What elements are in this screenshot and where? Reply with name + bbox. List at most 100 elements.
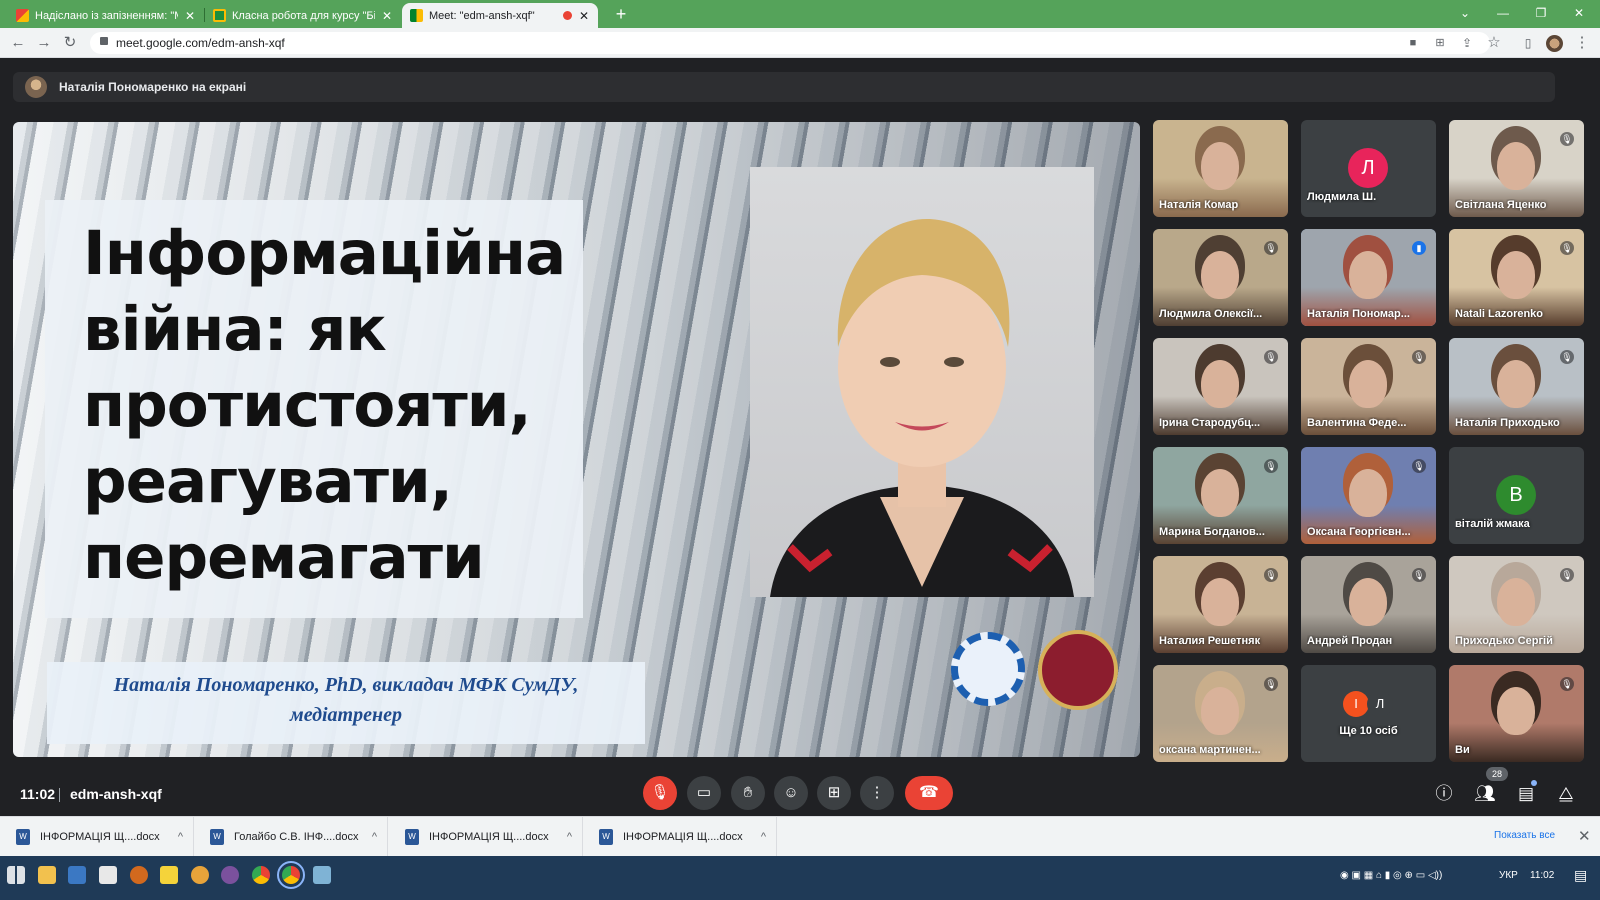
- download-item[interactable]: W ІНФОРМАЦІЯ Щ....docx ^: [2, 817, 194, 857]
- browser-tab-gmail[interactable]: Надіслано із запізненням: "Мод ✕: [8, 3, 204, 28]
- gmail-icon: [16, 9, 29, 22]
- download-item[interactable]: W Голайбо С.В. ІНФ....docx ^: [196, 817, 388, 857]
- restore-window-icon[interactable]: ❐: [1522, 0, 1560, 28]
- participant-face: [1349, 251, 1387, 299]
- mic-muted-icon: 🎙︎: [1560, 241, 1574, 255]
- word-doc-icon: W: [210, 829, 224, 845]
- reactions-button[interactable]: ☺: [774, 776, 808, 810]
- sticky-notes-icon[interactable]: [160, 866, 178, 884]
- bookmark-star-icon[interactable]: ☆: [1484, 34, 1504, 52]
- keyboard-language[interactable]: УКР: [1499, 870, 1518, 881]
- chevron-up-icon[interactable]: ^: [372, 831, 377, 843]
- participant-tile[interactable]: Валентина Феде... 🎙︎: [1301, 338, 1436, 435]
- participant-tile[interactable]: І Л Ще 10 осіб: [1301, 665, 1436, 762]
- browser-toolbar: ← → ↻ meet.google.com/edm-ansh-xqf ■ ⊞ ⇪…: [0, 28, 1600, 58]
- chevron-up-icon[interactable]: ^: [567, 831, 572, 843]
- mic-muted-icon: 🎙︎: [1264, 459, 1278, 473]
- slide-subtitle-panel: Наталія Пономаренко, PhD, викладач МФК С…: [47, 662, 645, 744]
- chrome-active-icon[interactable]: [277, 861, 305, 889]
- address-bar[interactable]: meet.google.com/edm-ansh-xqf: [90, 32, 1490, 54]
- tray-icons[interactable]: ◉ ▣ ▦ ⌂ ▮ ◎ ⊕ ▭ ◁)): [1340, 870, 1442, 881]
- participant-tile[interactable]: Приходько Сергій 🎙︎: [1449, 556, 1584, 653]
- tab-title: Класна робота для курсу "Біол: [232, 9, 375, 22]
- mic-muted-icon: 🎙︎: [1560, 568, 1574, 582]
- participant-tile[interactable]: Оксана Георгієвн... 🎙︎: [1301, 447, 1436, 544]
- side-panel-icon[interactable]: ▯: [1518, 34, 1538, 52]
- download-item[interactable]: W ІНФОРМАЦІЯ Щ....docx ^: [585, 817, 777, 857]
- chevron-up-icon[interactable]: ^: [178, 831, 183, 843]
- file-explorer-icon[interactable]: [38, 866, 56, 884]
- chevron-up-icon[interactable]: ^: [761, 831, 766, 843]
- windows-start-icon[interactable]: [7, 866, 25, 884]
- document-icon[interactable]: [99, 866, 117, 884]
- mic-muted-button[interactable]: 🎙︎: [643, 776, 677, 810]
- participant-name: Людмила Олексії...: [1159, 308, 1263, 320]
- present-screen-button[interactable]: ⊞: [817, 776, 851, 810]
- share-icon[interactable]: ⇪: [1457, 34, 1477, 52]
- participant-name: Наталія Пономар...: [1307, 308, 1410, 320]
- more-options-button[interactable]: ⋮: [860, 776, 894, 810]
- taskbar-clock[interactable]: 11:02: [1530, 870, 1554, 881]
- notifications-icon[interactable]: ▤: [1574, 867, 1587, 884]
- participant-tile[interactable]: Ірина Стародубц... 🎙︎: [1153, 338, 1288, 435]
- camera-in-use-icon[interactable]: ■: [1403, 34, 1423, 52]
- participant-tile[interactable]: Наталія Комар: [1153, 120, 1288, 217]
- close-downloads-icon[interactable]: ✕: [1578, 827, 1591, 845]
- minimize-window-icon[interactable]: —: [1484, 0, 1522, 28]
- participant-tile[interactable]: Наталия Решетняк 🎙︎: [1153, 556, 1288, 653]
- participant-name: Людмила Ш.: [1307, 191, 1377, 203]
- participant-tile[interactable]: Андрей Продан 🎙︎: [1301, 556, 1436, 653]
- download-item[interactable]: W ІНФОРМАЦІЯ Щ....docx ^: [391, 817, 583, 857]
- participant-tile[interactable]: Л Людмила Ш.: [1301, 120, 1436, 217]
- slide-title-line: Інформаційна: [83, 218, 566, 289]
- forward-arrow-icon[interactable]: →: [34, 34, 54, 52]
- leave-call-button[interactable]: ☎︎: [905, 776, 953, 810]
- activities-shapes-icon[interactable]: ⧋: [1554, 782, 1578, 806]
- raise-hand-button[interactable]: ✋︎: [731, 776, 765, 810]
- hidden-participant-avatar: Л: [1367, 691, 1393, 717]
- viber-icon[interactable]: [221, 866, 239, 884]
- participant-tile[interactable]: Наталія Приходько 🎙︎: [1449, 338, 1584, 435]
- tab-title: Meet: "edm-ansh-xqf": [429, 9, 535, 22]
- participant-tile[interactable]: оксана мартинен... 🎙︎: [1153, 665, 1288, 762]
- store-icon[interactable]: [68, 866, 86, 884]
- chrome-icon[interactable]: [252, 866, 270, 884]
- people-icon[interactable]: 👥︎: [1473, 782, 1497, 806]
- shared-screen-slide: Інформаційна війна: як протистояти, реаг…: [13, 122, 1140, 757]
- paint-icon[interactable]: [313, 866, 331, 884]
- tab-search-chevron-icon[interactable]: ⌄: [1446, 0, 1484, 28]
- profile-avatar[interactable]: [1546, 35, 1563, 52]
- mic-muted-icon: 🎙︎: [1412, 350, 1426, 364]
- speaking-audio-icon: ▮: [1412, 241, 1426, 255]
- participant-face: [1201, 251, 1239, 299]
- app-icon[interactable]: [191, 866, 209, 884]
- participant-tile[interactable]: Людмила Олексії... 🎙︎: [1153, 229, 1288, 326]
- close-window-icon[interactable]: ✕: [1560, 0, 1598, 28]
- show-all-downloads-link[interactable]: Показать все: [1494, 830, 1555, 841]
- back-arrow-icon[interactable]: ←: [8, 34, 28, 52]
- app-icon[interactable]: [130, 866, 148, 884]
- new-tab-plus-icon[interactable]: +: [610, 3, 632, 25]
- close-tab-icon[interactable]: ✕: [184, 9, 196, 23]
- meeting-details-info-icon[interactable]: ⓘ: [1432, 782, 1456, 806]
- browser-menu-kebab-icon[interactable]: ⋮: [1572, 34, 1592, 52]
- translate-icon[interactable]: ⊞: [1430, 34, 1450, 52]
- slide-title-line: реагувати,: [83, 446, 453, 517]
- participant-face: [1497, 578, 1535, 626]
- reload-icon[interactable]: ↻: [60, 34, 80, 52]
- close-tab-icon[interactable]: ✕: [381, 9, 393, 23]
- participant-name: Оксана Георгієвн...: [1307, 526, 1411, 538]
- participant-tile[interactable]: Natali Lazorenko 🎙︎: [1449, 229, 1584, 326]
- browser-tab-classroom[interactable]: Класна робота для курсу "Біол ✕: [205, 3, 401, 28]
- lock-icon[interactable]: [100, 37, 108, 45]
- browser-tab-meet[interactable]: Meet: "edm-ansh-xqf" ✕: [402, 3, 598, 28]
- camera-button[interactable]: ▭: [687, 776, 721, 810]
- participant-tile[interactable]: Ви 🎙︎: [1449, 665, 1584, 762]
- close-tab-icon[interactable]: ✕: [578, 9, 590, 23]
- participant-tile[interactable]: Ввіталій жмака: [1449, 447, 1584, 544]
- participant-name: Ірина Стародубц...: [1159, 417, 1261, 429]
- participant-tile[interactable]: Світлана Яценко 🎙︎: [1449, 120, 1584, 217]
- participant-tile[interactable]: Марина Богданов... 🎙︎: [1153, 447, 1288, 544]
- browser-tab-strip: Надіслано із запізненням: "Мод ✕ Класна …: [0, 0, 1600, 28]
- participant-tile[interactable]: Наталія Пономар... ▮: [1301, 229, 1436, 326]
